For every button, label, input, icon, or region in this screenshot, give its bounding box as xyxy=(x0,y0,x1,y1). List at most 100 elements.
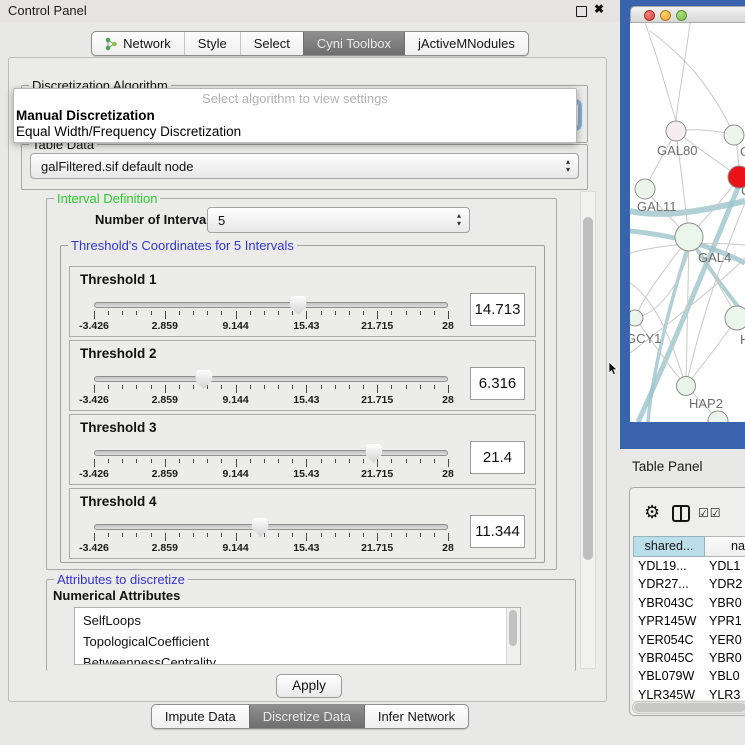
main-vertical-scrollbar-thumb[interactable] xyxy=(583,217,593,560)
table-horizontal-scrollbar[interactable] xyxy=(632,701,745,714)
table-row[interactable]: YPR145WYPR1 xyxy=(633,612,745,630)
tab-jactivemnodules[interactable]: jActiveMNodules xyxy=(404,32,528,55)
slider-tick xyxy=(207,385,208,389)
attributes-group-title: Attributes to discretize xyxy=(54,572,188,587)
network-edge[interactable] xyxy=(645,23,676,121)
network-edge[interactable] xyxy=(635,237,689,318)
tab-network[interactable]: Network xyxy=(92,32,184,55)
table-data-combobox[interactable]: galFiltered.sif default node ▴▾ xyxy=(30,153,579,179)
number-of-intervals-label: Number of Intervals xyxy=(95,212,217,227)
threshold-value-field[interactable]: 11.344 xyxy=(470,515,525,548)
top-tab-bar: Network Style Select Cyni Toolbox jActiv… xyxy=(0,31,620,56)
threshold-slider[interactable]: -3.4262.8599.14415.4321.71528 xyxy=(80,441,458,479)
main-vertical-scrollbar[interactable] xyxy=(580,191,596,669)
threshold-value-field[interactable]: 14.713 xyxy=(470,293,525,326)
minimize-traffic-light[interactable] xyxy=(660,10,671,21)
table-row[interactable]: YLR345WYLR3 xyxy=(633,686,745,700)
table-row[interactable]: YBR043CYBR0 xyxy=(633,594,745,612)
slider-track[interactable] xyxy=(94,302,448,308)
numerical-attributes-list[interactable]: SelfLoopsTopologicalCoefficientBetweenne… xyxy=(74,607,521,665)
slider-tick xyxy=(321,459,322,463)
attribute-list-item[interactable]: BetweennessCentrality xyxy=(75,652,520,665)
network-node-label: G xyxy=(740,144,745,159)
slider-track[interactable] xyxy=(94,376,448,382)
algorithm-option-equal-width[interactable]: Equal Width/Frequency Discretization xyxy=(14,124,576,140)
slider-tick xyxy=(108,459,109,463)
threshold-value-field[interactable]: 6.316 xyxy=(470,367,525,400)
network-edge[interactable] xyxy=(650,31,734,135)
network-canvas[interactable]: GAL80GCGAL11GAL4GCY1HHAP2 xyxy=(630,23,745,422)
threshold-label: Threshold 1 xyxy=(80,272,525,287)
slider-tick xyxy=(179,311,180,315)
network-node[interactable] xyxy=(675,223,703,251)
slider-tick xyxy=(94,311,95,319)
slider-track[interactable] xyxy=(94,524,448,530)
table-row[interactable]: YER054CYER0 xyxy=(633,631,745,649)
column-header-name[interactable]: na xyxy=(705,536,745,557)
zoom-traffic-light[interactable] xyxy=(676,10,687,21)
slider-tick xyxy=(420,533,421,537)
table-row[interactable]: YDR27...YDR2 xyxy=(633,575,745,593)
tab-select[interactable]: Select xyxy=(240,32,303,55)
table-horizontal-scrollbar-thumb[interactable] xyxy=(634,703,745,712)
threshold-slider[interactable]: -3.4262.8599.14415.4321.71528 xyxy=(80,515,458,553)
threshold-slider[interactable]: -3.4262.8599.14415.4321.71528 xyxy=(80,293,458,331)
network-node[interactable] xyxy=(677,377,696,396)
close-traffic-light[interactable] xyxy=(644,10,655,21)
attribute-list-item[interactable]: SelfLoops xyxy=(75,610,520,631)
table-row[interactable]: YBL079WYBL0 xyxy=(633,667,745,685)
tab-style-label: Style xyxy=(198,36,227,51)
network-node[interactable] xyxy=(724,125,744,145)
slider-scale-label: -3.426 xyxy=(79,542,109,554)
apply-button[interactable]: Apply xyxy=(276,674,342,698)
slider-tick xyxy=(236,311,237,319)
tab-style[interactable]: Style xyxy=(184,32,240,55)
network-node[interactable] xyxy=(725,306,745,330)
network-node-label: GAL80 xyxy=(657,143,697,158)
network-edge[interactable] xyxy=(635,251,689,318)
slider-tick xyxy=(151,459,152,463)
split-columns-icon[interactable] xyxy=(672,505,690,522)
slider-tick xyxy=(420,311,421,315)
slider-tick xyxy=(122,459,123,463)
network-window-titlebar[interactable] xyxy=(630,6,745,23)
attribute-list-item[interactable]: TopologicalCoefficient xyxy=(75,631,520,652)
slider-tick xyxy=(363,533,364,537)
table-data-group: Table Data galFiltered.sif default node … xyxy=(21,144,588,190)
network-node[interactable] xyxy=(630,310,643,326)
threshold-value-field[interactable]: 21.4 xyxy=(470,441,525,474)
table-cell-shared-name: YPR145W xyxy=(633,612,705,630)
table-row[interactable]: YDL19...YDL1 xyxy=(633,557,745,575)
gear-icon[interactable]: ⚙ xyxy=(644,502,660,523)
tab-infer-network[interactable]: Infer Network xyxy=(364,705,468,728)
number-of-intervals-combobox[interactable]: 5 ▴▾ xyxy=(207,207,470,233)
threshold-slider[interactable]: -3.4262.8599.14415.4321.71528 xyxy=(80,367,458,405)
network-node-label: GCY1 xyxy=(630,331,661,346)
network-node[interactable] xyxy=(666,121,686,141)
tab-cyni-toolbox[interactable]: Cyni Toolbox xyxy=(303,32,404,55)
slider-tick xyxy=(193,459,194,463)
tab-impute-data[interactable]: Impute Data xyxy=(152,705,249,728)
network-edge[interactable] xyxy=(686,318,737,386)
slider-tick xyxy=(335,311,336,315)
network-edge[interactable] xyxy=(676,23,690,121)
attributes-list-scrollbar-thumb[interactable] xyxy=(509,610,517,646)
slider-tick xyxy=(108,385,109,389)
network-canvas-svg: GAL80GCGAL11GAL4GCY1HHAP2 xyxy=(630,23,745,422)
slider-tick xyxy=(165,459,166,467)
thresholds-coordinates-group: Threshold's Coordinates for 5 Intervals … xyxy=(60,245,545,563)
table-row[interactable]: YBR045CYBR0 xyxy=(633,649,745,667)
attributes-list-scrollbar[interactable] xyxy=(506,608,520,664)
close-icon[interactable]: ✖ xyxy=(594,2,604,16)
float-window-icon[interactable] xyxy=(576,6,587,17)
table-cell-name: YBR0 xyxy=(705,594,742,612)
interval-definition-group-title: Interval Definition xyxy=(54,191,160,206)
tab-discretize-data[interactable]: Discretize Data xyxy=(249,705,364,728)
algorithm-option-manual[interactable]: Manual Discretization xyxy=(14,107,576,124)
combobox-stepper-icon: ▴▾ xyxy=(457,212,461,228)
network-node[interactable] xyxy=(635,179,655,199)
column-header-shared-name[interactable]: shared... xyxy=(633,536,705,557)
slider-track[interactable] xyxy=(94,450,448,456)
table-cell-name: YDR2 xyxy=(705,575,742,593)
select-columns-icon[interactable]: ☑☑ xyxy=(698,506,722,520)
